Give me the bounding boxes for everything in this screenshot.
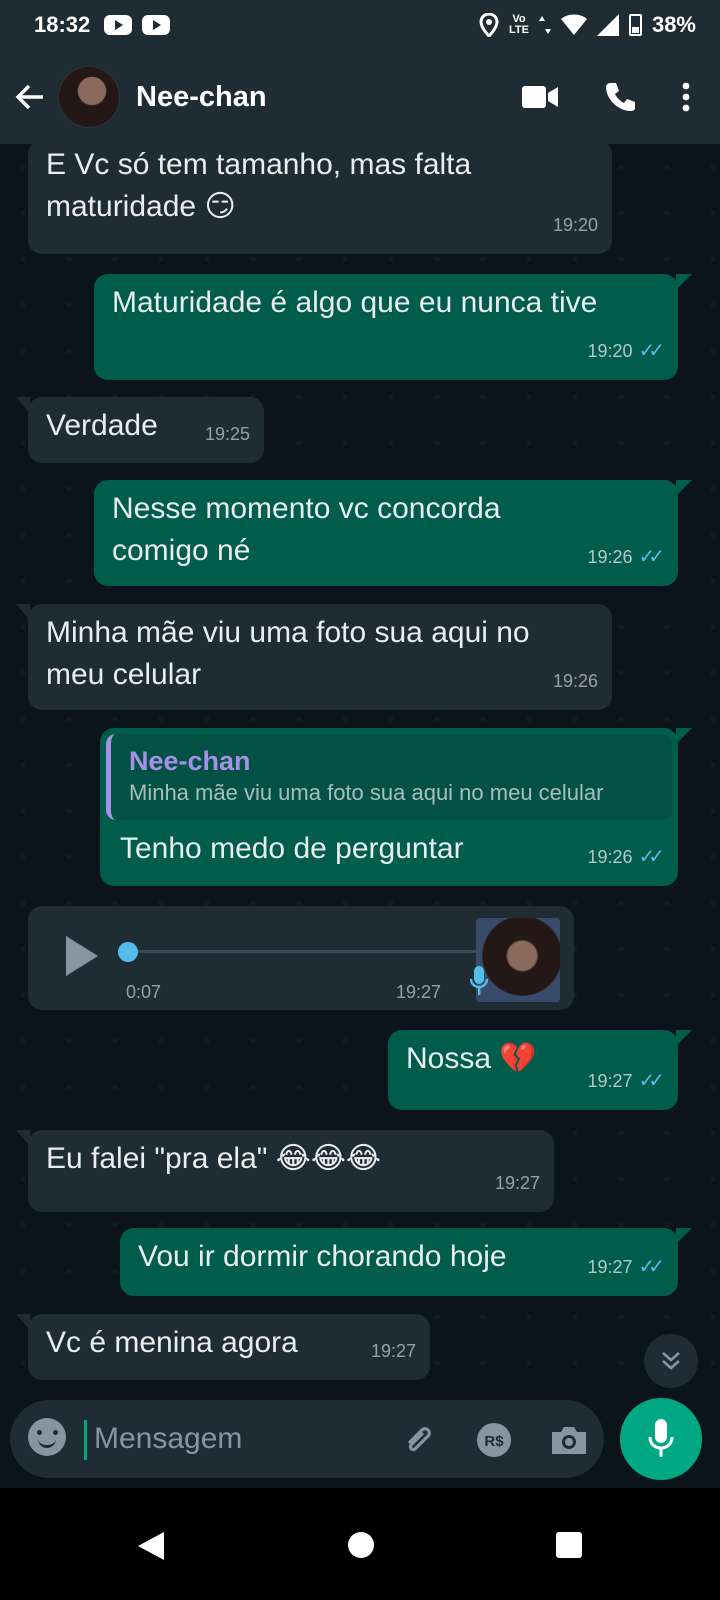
wifi-icon <box>560 14 587 35</box>
message-outgoing[interactable]: Maturidade é algo que eu nunca tive 19:2… <box>94 274 692 380</box>
system-nav-bar <box>0 1488 720 1600</box>
nav-home-icon[interactable] <box>348 1532 374 1558</box>
quoted-message[interactable]: Nee-chan Minha mãe viu uma foto sua aqui… <box>106 734 672 820</box>
audio-progress-track[interactable] <box>128 950 476 953</box>
sender-avatar <box>476 918 560 1002</box>
message-time: 19:20 <box>552 215 598 235</box>
message-time: 19:27 <box>587 1071 633 1091</box>
read-ticks-icon: ✓✓ <box>638 340 664 362</box>
message-incoming[interactable]: E Vc só tem tamanho, mas falta maturidad… <box>28 144 612 254</box>
arrow-back-icon <box>15 84 43 110</box>
status-icons: Vo LTE 38% <box>479 0 696 50</box>
message-text: Eu falei "pra ela" <box>46 1142 268 1175</box>
message-text: Nossa <box>406 1042 492 1075</box>
message-incoming[interactable]: Eu falei "pra ela" 😂😂😂 19:27 <box>16 1130 554 1212</box>
battery-icon <box>628 14 642 36</box>
read-ticks-icon: ✓✓ <box>638 846 664 868</box>
svg-text:R$: R$ <box>484 1433 504 1450</box>
message-input-box[interactable]: R$ <box>10 1400 604 1478</box>
message-text: Minha mãe viu uma foto sua aqui no meu c… <box>46 616 530 691</box>
message-time: 19:27 <box>587 1257 633 1277</box>
battery-percent: 38% <box>651 12 696 37</box>
message-outgoing[interactable]: Nesse momento vc concorda comigo né 19:2… <box>94 480 692 586</box>
youtube-notification-icon <box>104 15 133 35</box>
message-time: 19:27 <box>494 1173 540 1193</box>
mic-icon <box>648 1419 674 1457</box>
laughing-emoji: 😂😂😂 <box>275 1141 381 1176</box>
read-ticks-icon: ✓✓ <box>638 1070 664 1092</box>
more-options-icon[interactable] <box>682 82 690 112</box>
camera-icon <box>552 1427 586 1454</box>
message-time: 19:27 <box>396 982 442 1002</box>
youtube-notification-icon <box>142 15 171 35</box>
data-arrows-icon <box>538 16 551 34</box>
payment-icon: R$ <box>477 1423 511 1457</box>
play-icon[interactable] <box>66 936 98 976</box>
message-text: Vc é menina agora <box>46 1326 298 1359</box>
message-outgoing-reply[interactable]: Nee-chan Minha mãe viu uma foto sua aqui… <box>100 728 692 886</box>
status-time: 18:32 <box>34 12 91 37</box>
read-ticks-icon: ✓✓ <box>638 546 664 568</box>
message-outgoing[interactable]: Nossa 💔 19:27 ✓✓ <box>388 1030 692 1110</box>
status-bar: 18:32 Vo LTE 38% <box>0 0 720 50</box>
video-call-icon[interactable] <box>522 85 558 109</box>
text-caret <box>84 1420 87 1460</box>
quote-author: Nee-chan <box>129 746 251 776</box>
message-text: Maturidade é algo que eu nunca tive <box>112 286 598 319</box>
message-incoming[interactable]: Verdade 19:25 <box>16 397 264 463</box>
message-text: Vou ir dormir chorando hoje <box>138 1240 507 1273</box>
volte-indicator: Vo LTE <box>509 14 529 36</box>
broken-heart-emoji: 💔 <box>499 1041 537 1076</box>
chevron-double-down-icon <box>662 1352 680 1370</box>
message-time: 19:27 <box>370 1341 416 1361</box>
emoji-icon[interactable] <box>28 1418 66 1456</box>
message-composer: R$ <box>0 1398 720 1488</box>
nav-recents-icon[interactable] <box>556 1532 582 1558</box>
voice-record-button[interactable] <box>620 1398 702 1480</box>
mic-icon <box>470 966 488 995</box>
message-input[interactable] <box>94 1418 374 1460</box>
message-time: 19:20 <box>587 341 633 361</box>
paperclip-icon <box>408 1427 431 1452</box>
message-text: Nesse momento vc concorda comigo né <box>112 492 501 567</box>
message-outgoing[interactable]: Vou ir dormir chorando hoje 19:27 ✓✓ <box>120 1228 692 1296</box>
audio-progress-thumb[interactable] <box>118 942 138 962</box>
payment-button[interactable]: R$ <box>476 1420 512 1460</box>
scroll-to-bottom-button[interactable] <box>644 1334 698 1388</box>
chat-area[interactable]: E Vc só tem tamanho, mas falta maturidad… <box>0 144 720 1398</box>
message-time: 19:25 <box>204 424 250 444</box>
contact-avatar[interactable] <box>58 66 120 128</box>
attach-button[interactable] <box>402 1420 438 1460</box>
nav-back-icon[interactable] <box>138 1532 164 1560</box>
quote-text: Minha mãe viu uma foto sua aqui no meu c… <box>129 780 604 805</box>
chat-header: Nee-chan <box>0 50 720 144</box>
signal-icon <box>596 14 619 36</box>
voice-message[interactable]: 0:07 19:27 <box>28 906 574 1010</box>
message-incoming[interactable]: Minha mãe viu uma foto sua aqui no meu c… <box>16 604 612 710</box>
message-text: Verdade <box>46 409 158 442</box>
voice-call-icon[interactable] <box>604 81 636 113</box>
contact-name[interactable]: Nee-chan <box>136 81 267 114</box>
camera-button[interactable] <box>550 1420 588 1460</box>
message-incoming[interactable]: Vc é menina agora 19:27 <box>16 1314 430 1380</box>
message-time: 19:26 <box>552 671 598 691</box>
audio-duration: 0:07 <box>126 982 162 1002</box>
read-ticks-icon: ✓✓ <box>638 1256 664 1278</box>
message-text: E Vc só tem tamanho, mas falta maturidad… <box>46 148 472 223</box>
message-time: 19:26 <box>587 547 633 567</box>
location-icon <box>479 13 499 37</box>
message-time: 19:26 <box>587 847 633 867</box>
smirk-emoji: 😏 <box>204 189 236 224</box>
back-button[interactable] <box>2 50 58 144</box>
lte-label: LTE <box>508 24 529 36</box>
